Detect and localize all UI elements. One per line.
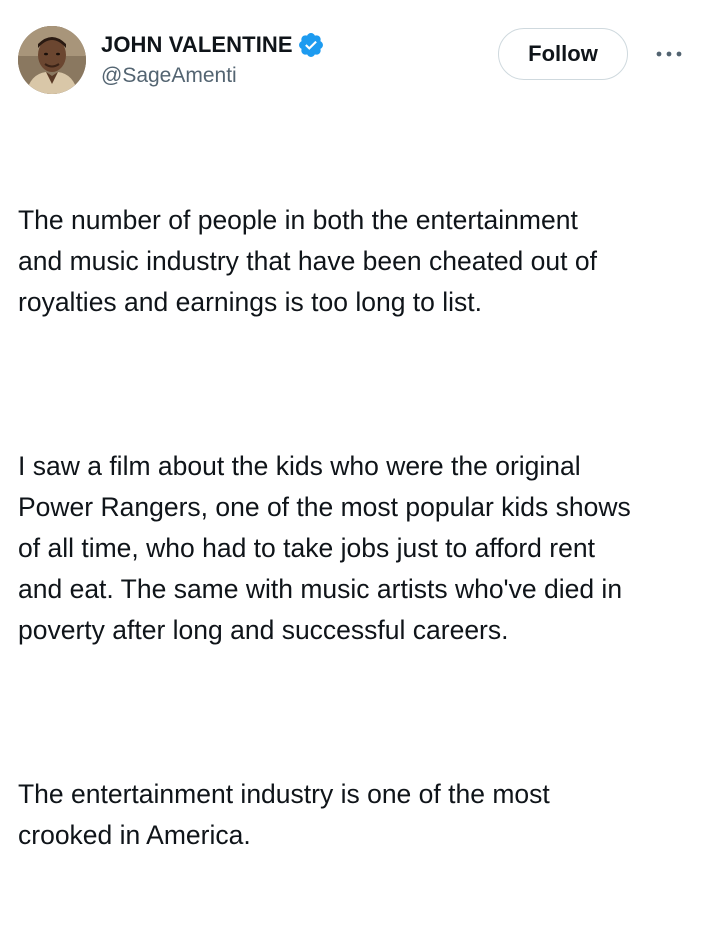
- follow-button[interactable]: Follow: [498, 28, 628, 80]
- name-row: JOHN VALENTINE: [101, 30, 325, 60]
- tweet-paragraph: The entertainment industry is one of the…: [18, 779, 550, 850]
- more-options-button[interactable]: [650, 36, 688, 72]
- display-name[interactable]: JOHN VALENTINE: [101, 32, 293, 58]
- verified-badge-icon: [297, 31, 325, 59]
- tweet-paragraph: The number of people in both the enterta…: [18, 205, 597, 317]
- tweet: JOHN VALENTINE @SageAmenti Follow The nu…: [0, 0, 709, 850]
- avatar-image: [18, 26, 86, 94]
- avatar[interactable]: [18, 26, 86, 94]
- tweet-text: The number of people in both the enterta…: [18, 118, 698, 938]
- more-horizontal-icon: [656, 51, 682, 57]
- tweet-paragraph: I saw a film about the kids who were the…: [18, 451, 631, 645]
- user-handle[interactable]: @SageAmenti: [101, 64, 237, 88]
